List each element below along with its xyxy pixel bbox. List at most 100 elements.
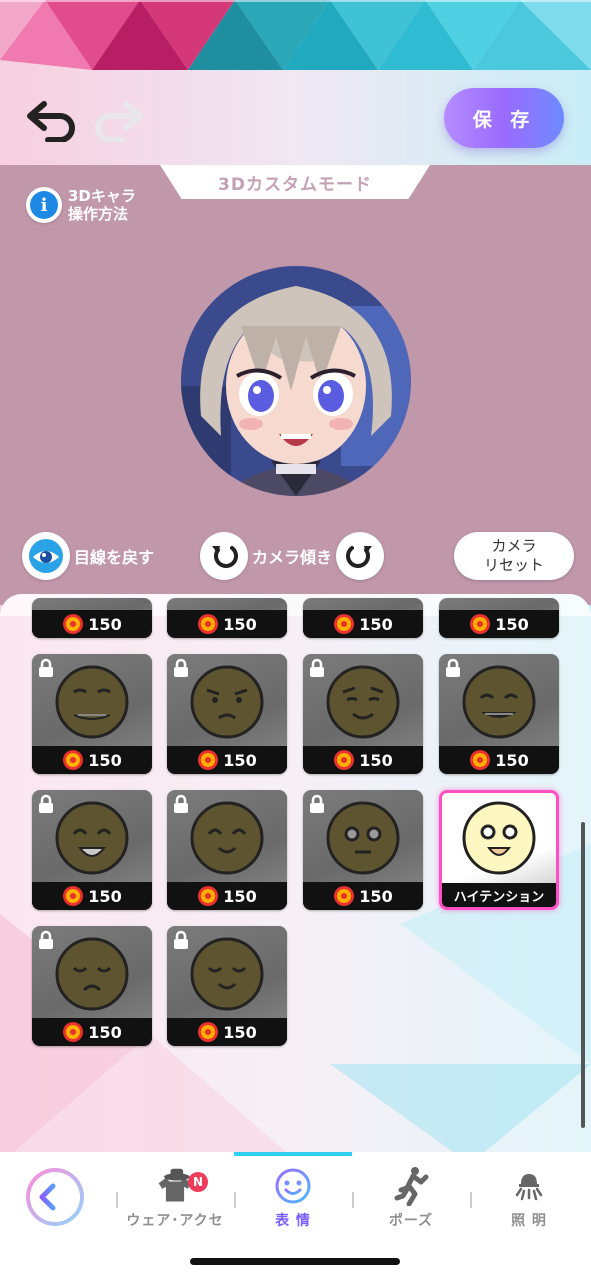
calm-face-icon <box>190 937 264 1011</box>
expression-tile-smirk[interactable]: 150 <box>303 654 423 774</box>
expression-tile-calm-smile[interactable]: 150 <box>167 926 287 1046</box>
tab-pose[interactable]: ポーズ <box>352 1166 470 1236</box>
lamp-icon <box>509 1166 549 1206</box>
price-value: 150 <box>359 614 393 634</box>
character-portrait[interactable] <box>181 266 411 496</box>
price-value: 150 <box>495 614 529 634</box>
grin-face-icon <box>462 665 536 739</box>
coin-icon <box>198 1022 219 1042</box>
mode-title: 3Dカスタムモード <box>160 165 430 199</box>
price-bar: 150 <box>303 746 423 774</box>
arrow-left-icon <box>39 1183 71 1211</box>
smirk-face-icon <box>326 665 400 739</box>
coin-icon <box>63 1022 84 1042</box>
rotate-right-icon[interactable] <box>336 532 385 580</box>
expression-tile[interactable]: 150 <box>303 598 423 638</box>
undo-icon <box>27 101 75 142</box>
undo-button[interactable] <box>22 92 82 148</box>
price-bar: 150 <box>32 1018 152 1046</box>
active-tab-indicator <box>234 1152 352 1156</box>
price-bar: 150 <box>439 610 559 638</box>
price-bar: 150 <box>303 610 423 638</box>
expression-tile-worried[interactable]: 150 <box>167 654 287 774</box>
reset-gaze-button[interactable]: 目線を戻す <box>22 532 154 580</box>
lock-icon <box>39 930 53 949</box>
tab-label: ポーズ <box>388 1213 434 1229</box>
coin-icon <box>198 750 219 770</box>
camera-tilt-label: カメラ傾き <box>252 548 333 567</box>
expression-tile-happy-open[interactable]: 150 <box>32 790 152 910</box>
expression-tile[interactable]: 150 <box>439 598 559 638</box>
redo-icon <box>95 101 143 142</box>
expression-tile[interactable]: 150 <box>167 598 287 638</box>
lock-icon <box>174 658 188 677</box>
lock-icon <box>446 658 460 677</box>
sad-face-icon <box>55 937 129 1011</box>
expression-tile-grin-closed-eyes[interactable]: 150 <box>439 654 559 774</box>
camera-tilt-control: カメラ傾き <box>200 532 385 580</box>
expression-name: ハイテンション <box>442 883 556 907</box>
price-value: 150 <box>359 750 393 770</box>
lock-icon <box>39 658 53 677</box>
rotate-left-icon[interactable] <box>200 532 248 580</box>
price-bar: 150 <box>167 746 287 774</box>
camera-reset-button[interactable]: カメラ リセット <box>454 532 574 580</box>
save-button[interactable]: 保 存 <box>444 88 564 148</box>
price-bar: 150 <box>32 746 152 774</box>
high-tension-face-icon <box>462 801 536 875</box>
expression-tile-sad-closed-eyes[interactable]: 150 <box>32 926 152 1046</box>
back-button[interactable] <box>26 1168 84 1226</box>
happy-face-icon <box>55 801 129 875</box>
price-bar: 150 <box>167 1018 287 1046</box>
pose-figure-icon <box>391 1166 431 1206</box>
lock-icon <box>174 794 188 813</box>
tab-expression[interactable]: 表 情 <box>234 1166 352 1236</box>
coin-icon <box>63 614 84 634</box>
help-label: 3Dキャラ 操作方法 <box>68 187 136 223</box>
coin-icon <box>470 750 491 770</box>
lock-icon <box>39 794 53 813</box>
tab-label: ウェア･アクセ <box>126 1213 224 1229</box>
eye-icon <box>22 532 70 580</box>
help-button[interactable]: i 3Dキャラ 操作方法 <box>26 187 136 223</box>
redo-button[interactable] <box>88 92 148 148</box>
price-value: 150 <box>88 750 122 770</box>
expression-tile-content-smile[interactable]: 150 <box>167 790 287 910</box>
lock-icon <box>310 794 324 813</box>
coin-icon <box>334 750 355 770</box>
price-value: 150 <box>223 1022 257 1042</box>
price-value: 150 <box>359 886 393 906</box>
new-badge: N <box>188 1172 208 1192</box>
smiley-face-icon <box>273 1166 313 1206</box>
wide-eyed-face-icon <box>326 801 400 875</box>
coin-icon <box>63 886 84 906</box>
reset-gaze-label: 目線を戻す <box>74 548 155 567</box>
price-value: 150 <box>223 886 257 906</box>
expression-grid-panel[interactable]: 150 150 150 150 150 150 150 150 150 150 … <box>0 594 591 1164</box>
coin-icon <box>63 750 84 770</box>
expression-tile[interactable]: 150 <box>32 598 152 638</box>
price-value: 150 <box>88 886 122 906</box>
lock-icon <box>174 930 188 949</box>
price-bar: 150 <box>167 610 287 638</box>
price-value: 150 <box>223 614 257 634</box>
tab-wear-accessories[interactable]: N ウェア･アクセ <box>116 1166 234 1236</box>
lock-icon <box>310 658 324 677</box>
coin-icon <box>198 886 219 906</box>
tab-lighting[interactable]: 照 明 <box>470 1166 588 1236</box>
character-face-image <box>181 266 411 496</box>
worried-face-icon <box>190 665 264 739</box>
price-value: 150 <box>223 750 257 770</box>
coin-icon <box>470 614 491 634</box>
smile-teeth-face-icon <box>55 665 129 739</box>
home-indicator <box>190 1258 400 1265</box>
price-value: 150 <box>88 614 122 634</box>
expression-tile-wide-eyed[interactable]: 150 <box>303 790 423 910</box>
info-icon: i <box>26 187 62 223</box>
price-bar: 150 <box>303 882 423 910</box>
coin-icon <box>334 614 355 634</box>
scrollbar[interactable] <box>581 822 585 1128</box>
expression-tile-smile-teeth[interactable]: 150 <box>32 654 152 774</box>
content-face-icon <box>190 801 264 875</box>
expression-tile-high-tension[interactable]: ハイテンション <box>439 790 559 910</box>
